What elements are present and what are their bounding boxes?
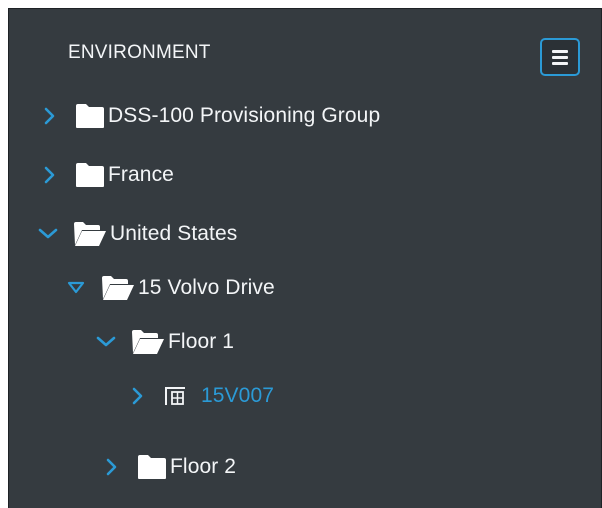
tree-item-floor-2[interactable]: Floor 2 [101, 452, 236, 482]
tree-item-15v007[interactable]: 15V007 [127, 381, 274, 411]
tree-item-label: United States [110, 222, 238, 245]
panel-title: ENVIRONMENT [68, 42, 211, 63]
tree-item-label: Floor 1 [168, 330, 235, 353]
chevron-right-icon[interactable] [101, 456, 123, 478]
chevron-down-icon[interactable] [95, 331, 117, 353]
folder-closed-icon [137, 454, 167, 480]
tree-item-united-states[interactable]: United States [37, 219, 237, 249]
tree-item-label: DSS-100 Provisioning Group [108, 104, 381, 127]
folder-open-icon [131, 329, 165, 355]
folder-open-icon [73, 221, 107, 247]
tree-item-link-label[interactable]: 15V007 [201, 384, 274, 408]
room-device-icon [163, 385, 187, 407]
folder-open-icon [101, 275, 135, 301]
tree-item-france[interactable]: France [39, 160, 174, 190]
chevron-down-icon[interactable] [37, 223, 59, 245]
tree-item-15-volvo-drive[interactable]: 15 Volvo Drive [65, 273, 275, 303]
tree-item-label: 15 Volvo Drive [138, 276, 275, 299]
chevron-right-icon[interactable] [39, 164, 61, 186]
tree-item-floor-1[interactable]: Floor 1 [95, 327, 234, 357]
menu-button[interactable] [540, 38, 580, 76]
environment-panel: ENVIRONMENT DSS-100 Provisioning Group F… [8, 8, 602, 508]
chevron-right-icon[interactable] [39, 105, 61, 127]
folder-closed-icon [75, 162, 105, 188]
chevron-right-icon[interactable] [127, 385, 149, 407]
triangle-down-icon[interactable] [65, 277, 87, 299]
tree-item-label: Floor 2 [170, 455, 237, 478]
tree-item-dss-100-provisioning-group[interactable]: DSS-100 Provisioning Group [39, 101, 380, 131]
tree-item-label: France [108, 163, 174, 186]
folder-closed-icon [75, 103, 105, 129]
